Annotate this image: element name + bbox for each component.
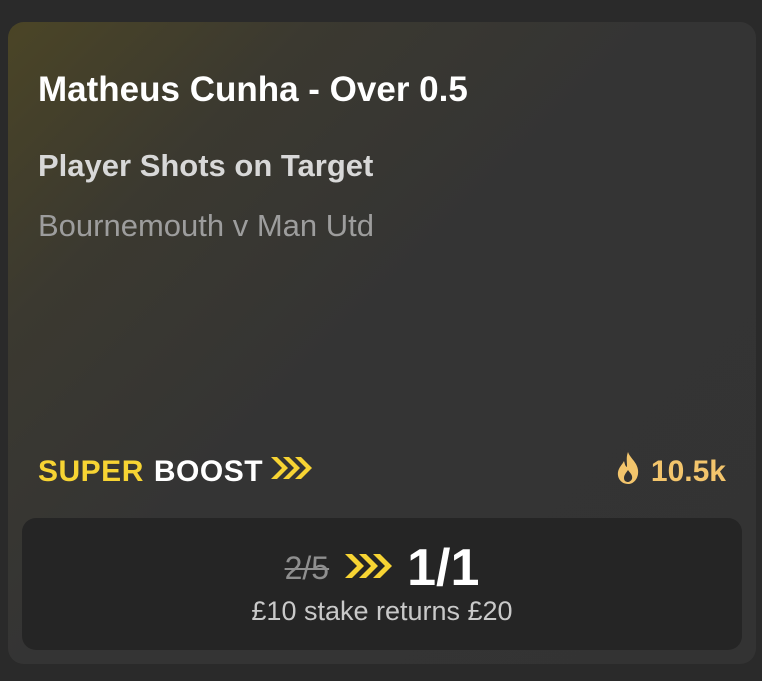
event-name: Bournemouth v Man Utd — [38, 208, 375, 243]
popularity-indicator: 10.5k — [615, 451, 726, 493]
flame-icon — [615, 451, 641, 493]
selection-title: Matheus Cunha - Over 0.5 — [38, 70, 468, 109]
market-name: Player Shots on Target — [38, 148, 374, 183]
triple-chevron-right-icon — [343, 552, 393, 585]
boosted-odds: 1/1 — [407, 539, 480, 597]
super-boost-label: SUPER BOOST — [38, 454, 313, 490]
boost-label: BOOST — [153, 455, 264, 488]
popularity-count: 10.5k — [650, 455, 726, 488]
triple-chevron-right-icon — [269, 455, 313, 489]
boosted-odds-button[interactable]: 2/5 1/1 £10 stake returns £20 — [22, 518, 742, 650]
odds-line: 2/5 1/1 — [22, 539, 742, 597]
original-odds: 2/5 — [284, 549, 330, 586]
stake-returns-text: £10 stake returns £20 — [251, 596, 513, 626]
super-boost-card[interactable]: Matheus Cunha - Over 0.5 Player Shots on… — [8, 22, 756, 664]
super-label: SUPER — [38, 455, 144, 488]
